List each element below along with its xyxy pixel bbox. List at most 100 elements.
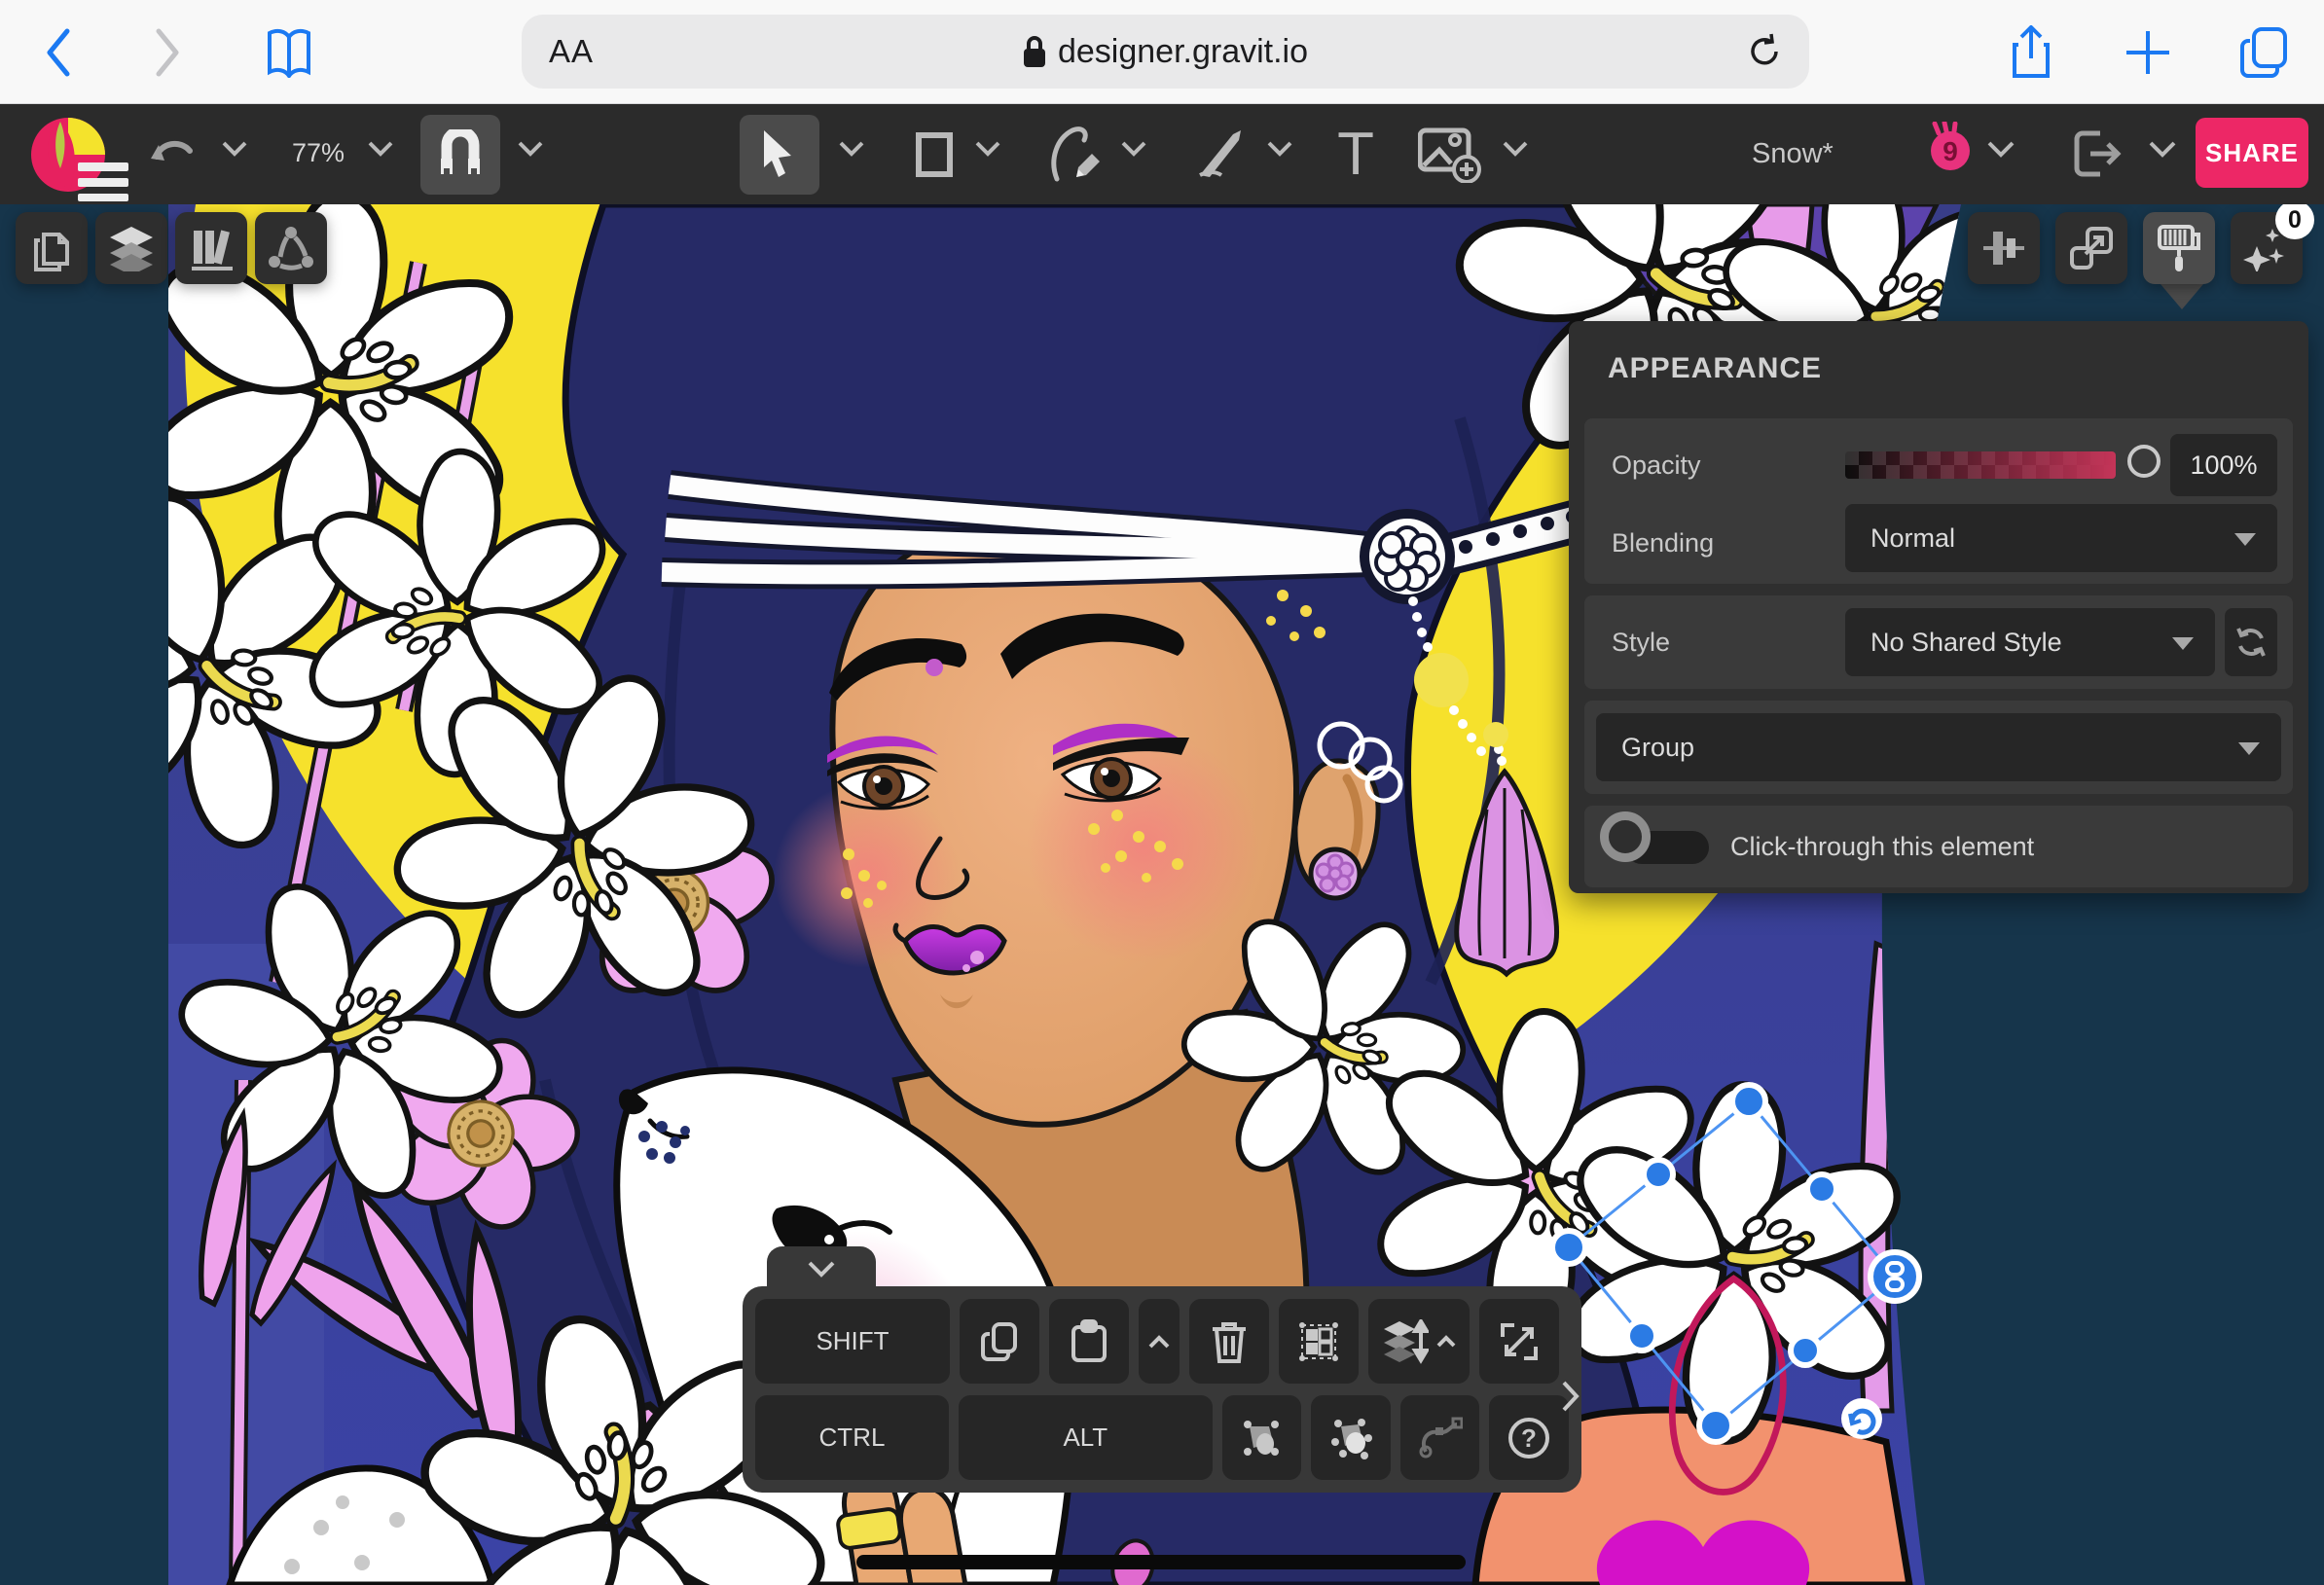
pages-icon [34,233,69,271]
selection-handle-mid-bl[interactable] [1624,1318,1659,1353]
arrange-button[interactable] [1279,1299,1359,1384]
opacity-value-field[interactable]: 100% [2170,434,2277,496]
chevron-down-icon [2172,637,2194,650]
zoom-dropdown-chevron[interactable] [368,141,393,157]
image-dropdown-chevron[interactable] [1503,141,1528,157]
export-dropdown-chevron[interactable] [2149,141,2176,158]
pointer-tool-button[interactable] [740,115,819,195]
paint-roller-icon [2158,225,2200,271]
alt-key[interactable]: ALT [958,1395,1213,1480]
new-tab-button[interactable] [2114,0,2182,104]
svg-text:T: T [1337,124,1374,184]
trash-icon [1213,1321,1246,1363]
clickthrough-toggle[interactable] [1600,806,1715,887]
touchbar-more-chevron[interactable] [1560,1380,1580,1413]
subselect-shape-button[interactable] [1221,1395,1302,1480]
knife-dropdown-chevron[interactable] [1267,141,1292,157]
snapping-tool-button[interactable] [420,115,500,195]
effects-panel-button[interactable]: 0 [2231,200,2314,284]
share-nodes-button[interactable] [255,212,327,284]
align-icon [1983,232,2024,265]
style-label: Style [1612,627,1671,657]
bookmarks-button[interactable] [255,0,323,104]
shape-dropdown-chevron[interactable] [975,141,1000,157]
subselect-shape-icon [1244,1420,1280,1456]
chevron-down-icon [808,1261,835,1278]
subselect-points-button[interactable] [1311,1395,1391,1480]
app-menu-button[interactable] [27,114,134,201]
share-page-button[interactable] [1997,0,2065,104]
pointer-dropdown-chevron[interactable] [839,141,864,157]
path-edit-button[interactable] [1399,1395,1480,1480]
touchbar-collapse-tab[interactable] [767,1246,876,1291]
appearance-panel-button[interactable] [2143,212,2215,284]
ipad-screen: AA designer.gravit.io 77% T Snow* 9 SHAR… [0,0,2324,1585]
safari-toolbar: AA designer.gravit.io [0,0,2324,104]
shift-key[interactable]: SHIFT [755,1299,950,1384]
home-indicator[interactable] [856,1555,1466,1569]
blending-label: Blending [1612,527,1715,558]
undo-dropdown-chevron[interactable] [222,141,247,157]
layer-order-button[interactable] [1368,1299,1470,1384]
reload-button[interactable] [1745,32,1784,71]
address-bar[interactable]: AA designer.gravit.io [522,15,1809,89]
freehand-dropdown-chevron[interactable] [1121,141,1146,157]
style-select[interactable]: No Shared Style [1845,608,2215,676]
bindi [926,659,943,676]
transform-panel-button[interactable] [2055,212,2127,284]
blending-select[interactable]: Normal [1845,504,2277,572]
align-panel-button[interactable] [1968,212,2040,284]
share-nodes-icon [269,227,313,270]
share-button[interactable]: SHARE [2196,118,2308,188]
chevron-up-icon [1436,1335,1456,1348]
help-icon: ? [1508,1417,1550,1459]
library-icon [192,230,233,270]
selection-handle-left[interactable] [1549,1228,1588,1267]
layer-order-icon [1384,1318,1429,1364]
selection-handle-bottom[interactable] [1696,1406,1735,1445]
copy-button[interactable] [960,1299,1039,1384]
ctrl-key[interactable]: CTRL [755,1395,949,1480]
pages-panel-button[interactable] [16,212,88,284]
gravit-toolbar: 77% T Snow* 9 SHARE [0,104,2324,204]
undo-button[interactable] [144,127,199,182]
opacity-slider-handle[interactable] [2127,445,2161,478]
document-title[interactable]: Snow* [1752,104,1834,204]
style-refresh-button[interactable] [2225,608,2277,676]
layers-panel-button[interactable] [95,212,167,284]
text-tool-button[interactable]: T [1324,120,1388,188]
selection-handle-mid-tr[interactable] [1804,1171,1839,1207]
knife-tool-button[interactable] [1189,122,1253,186]
opacity-slider[interactable] [1845,445,2161,479]
shape-tool-button[interactable] [905,126,963,184]
delete-button[interactable] [1189,1299,1269,1384]
freehand-tool-button[interactable] [1043,122,1108,186]
touch-gesture-badge[interactable]: 9 [1925,122,1976,172]
tabs-button[interactable] [2227,0,2305,104]
chevron-up-icon [1148,1334,1170,1348]
group-select[interactable]: Group [1596,713,2281,781]
subselect-points-icon [1331,1418,1373,1459]
transform-icon [2070,227,2113,270]
clickthrough-label: Click-through this element [1730,831,2035,861]
selection-handle-mid-tl[interactable] [1641,1157,1676,1192]
back-button[interactable] [29,0,88,104]
paste-icon [1071,1318,1107,1362]
chevron-down-icon [2238,742,2260,755]
selection-handle-mid-br[interactable] [1788,1333,1823,1368]
scale-button[interactable] [1479,1299,1559,1384]
panel-title: APPEARANCE [1608,352,1823,384]
libraries-panel-button[interactable] [175,212,247,284]
zoom-level[interactable]: 77% [292,138,345,168]
paste-button[interactable] [1049,1299,1129,1384]
image-tool-button[interactable] [1413,122,1487,186]
document-dropdown-chevron[interactable] [1987,141,2015,158]
forward-button[interactable] [138,0,197,104]
snapping-dropdown-chevron[interactable] [518,141,543,157]
chevron-right-icon [1562,1381,1580,1412]
paste-options-caret[interactable] [1139,1299,1180,1384]
copy-icon [981,1321,1017,1361]
export-button[interactable] [2065,122,2129,186]
selection-handle-top[interactable] [1729,1082,1768,1121]
help-button[interactable]: ? [1489,1395,1569,1480]
